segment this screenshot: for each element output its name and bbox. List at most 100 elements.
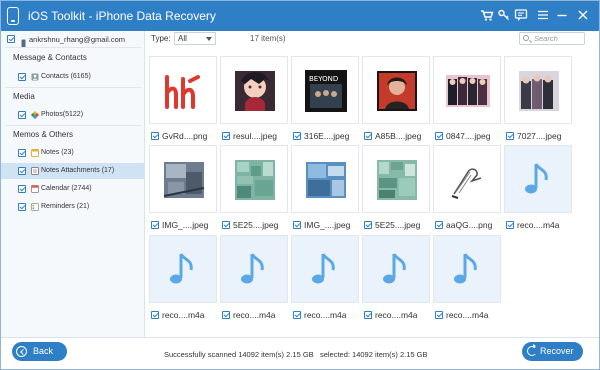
file-checkbox[interactable]	[293, 132, 301, 140]
file-name: GvRd....png	[162, 131, 208, 141]
file-name: 5E25....jpeg	[375, 220, 421, 230]
attachments-grid: GvRd....png resul....jpeg BEYOND 316E...…	[146, 49, 599, 337]
contacts-checkbox[interactable]	[18, 73, 26, 81]
selected-status-text: selected: 14092 item(s) 2.15 GB	[319, 350, 428, 359]
file-name: 316E....jpeg	[304, 131, 350, 141]
contacts-icon	[31, 73, 39, 81]
back-button[interactable]: Back	[12, 342, 67, 361]
notes-checkbox[interactable]	[18, 149, 26, 157]
divider	[5, 125, 141, 126]
file-thumbnail[interactable]: BEYOND	[291, 56, 359, 124]
file-thumbnail[interactable]	[149, 56, 217, 124]
sidebar-item-label: Calendar (2744)	[41, 185, 92, 192]
scan-status-text: Successfully scanned 14092 item(s) 2.15 …	[164, 350, 314, 359]
file-checkbox[interactable]	[151, 221, 159, 229]
file-checkbox[interactable]	[435, 132, 443, 140]
phone-icon	[19, 35, 28, 48]
footer-bar: Back Successfully scanned 14092 item(s) …	[1, 337, 599, 369]
file-name: 0847....jpeg	[446, 131, 491, 141]
file-name: IMG_....jpeg	[304, 220, 351, 230]
file-name: 7027....jpeg	[517, 131, 562, 141]
minimize-icon[interactable]	[554, 7, 570, 23]
cart-icon[interactable]	[479, 7, 495, 23]
type-dropdown-value: All	[178, 34, 187, 43]
photos-icon	[31, 111, 39, 119]
file-thumbnail[interactable]	[220, 235, 288, 303]
file-checkbox[interactable]	[364, 221, 372, 229]
file-name: reco....m4a	[517, 220, 560, 230]
file-checkbox[interactable]	[222, 311, 230, 319]
notes-attachments-icon	[31, 167, 39, 175]
file-checkbox[interactable]	[151, 311, 159, 319]
file-checkbox[interactable]	[364, 132, 372, 140]
search-input[interactable]: Search	[519, 32, 585, 45]
sidebar-item-contacts[interactable]: Contacts (6165)	[1, 69, 144, 85]
sidebar-item-photos[interactable]: Photos(5122)	[1, 107, 144, 123]
sidebar-item-calendar[interactable]: Calendar (2744)	[1, 181, 144, 197]
file-thumbnail[interactable]	[362, 145, 430, 213]
file-checkbox[interactable]	[222, 132, 230, 140]
file-checkbox[interactable]	[293, 221, 301, 229]
filter-bar: Type: All 17 item(s) Search	[146, 31, 599, 49]
notes-attachments-checkbox[interactable]	[18, 167, 26, 175]
file-thumbnail[interactable]	[504, 145, 572, 213]
file-thumbnail[interactable]	[362, 56, 430, 124]
photos-checkbox[interactable]	[18, 111, 26, 119]
search-icon	[523, 35, 529, 41]
file-checkbox[interactable]	[435, 221, 443, 229]
reminders-checkbox[interactable]	[18, 203, 26, 211]
music-note-icon	[312, 253, 335, 284]
divider	[5, 87, 141, 88]
file-checkbox[interactable]	[364, 311, 372, 319]
search-placeholder: Search	[534, 34, 558, 43]
account-checkbox[interactable]	[7, 35, 15, 43]
file-thumbnail[interactable]	[433, 56, 501, 124]
file-checkbox[interactable]	[293, 311, 301, 319]
type-dropdown[interactable]: All	[174, 32, 216, 45]
file-name: reco....m4a	[304, 310, 347, 320]
feedback-icon[interactable]	[513, 7, 529, 23]
menu-icon[interactable]	[535, 7, 551, 23]
file-thumbnail[interactable]	[362, 235, 430, 303]
music-note-icon	[454, 253, 477, 284]
file-thumbnail[interactable]	[220, 56, 288, 124]
title-bar: iOS Toolkit - iPhone Data Recovery	[1, 1, 599, 31]
sidebar-item-notes-attachments[interactable]: Notes Attachments (17)	[1, 163, 144, 179]
file-name: aaQG....png	[446, 220, 493, 230]
file-checkbox[interactable]	[435, 311, 443, 319]
file-checkbox[interactable]	[506, 221, 514, 229]
sidebar-item-label: Reminders (21)	[41, 203, 90, 210]
file-thumbnail[interactable]	[149, 235, 217, 303]
reminders-icon	[31, 203, 39, 211]
file-checkbox[interactable]	[222, 221, 230, 229]
file-name: reco....m4a	[162, 310, 205, 320]
file-thumbnail[interactable]	[504, 56, 572, 124]
sidebar-item-label: Contacts (6165)	[41, 73, 91, 80]
file-name: 5E25....jpeg	[233, 220, 279, 230]
sidebar-item-label: Notes Attachments (17)	[41, 167, 115, 174]
key-icon[interactable]	[496, 7, 512, 23]
file-name: reco....m4a	[375, 310, 418, 320]
scan-status: Successfully scanned 14092 item(s) 2.15 …	[164, 350, 428, 359]
window-title: iOS Toolkit - iPhone Data Recovery	[28, 9, 216, 23]
calendar-icon	[31, 185, 39, 193]
close-icon[interactable]	[575, 7, 591, 23]
file-thumbnail[interactable]	[433, 235, 501, 303]
back-button-label: Back	[33, 346, 54, 356]
file-name: A85B....jpeg	[375, 131, 422, 141]
file-thumbnail[interactable]	[149, 145, 217, 213]
sidebar-item-notes[interactable]: Notes (23)	[1, 145, 144, 161]
sidebar-item-reminders[interactable]: Reminders (21)	[1, 199, 144, 215]
file-checkbox[interactable]	[151, 132, 159, 140]
sidebar: ankrshnu_rhang@gmail.com Message & Conta…	[1, 31, 145, 337]
phone-icon	[7, 7, 19, 25]
music-note-icon	[241, 253, 264, 284]
file-checkbox[interactable]	[506, 132, 514, 140]
recover-button-label: Recover	[540, 346, 574, 356]
file-thumbnail[interactable]	[291, 145, 359, 213]
calendar-checkbox[interactable]	[18, 185, 26, 193]
file-thumbnail[interactable]	[220, 145, 288, 213]
recover-button[interactable]: Recover	[522, 342, 583, 361]
file-thumbnail[interactable]	[433, 145, 501, 213]
file-thumbnail[interactable]	[291, 235, 359, 303]
